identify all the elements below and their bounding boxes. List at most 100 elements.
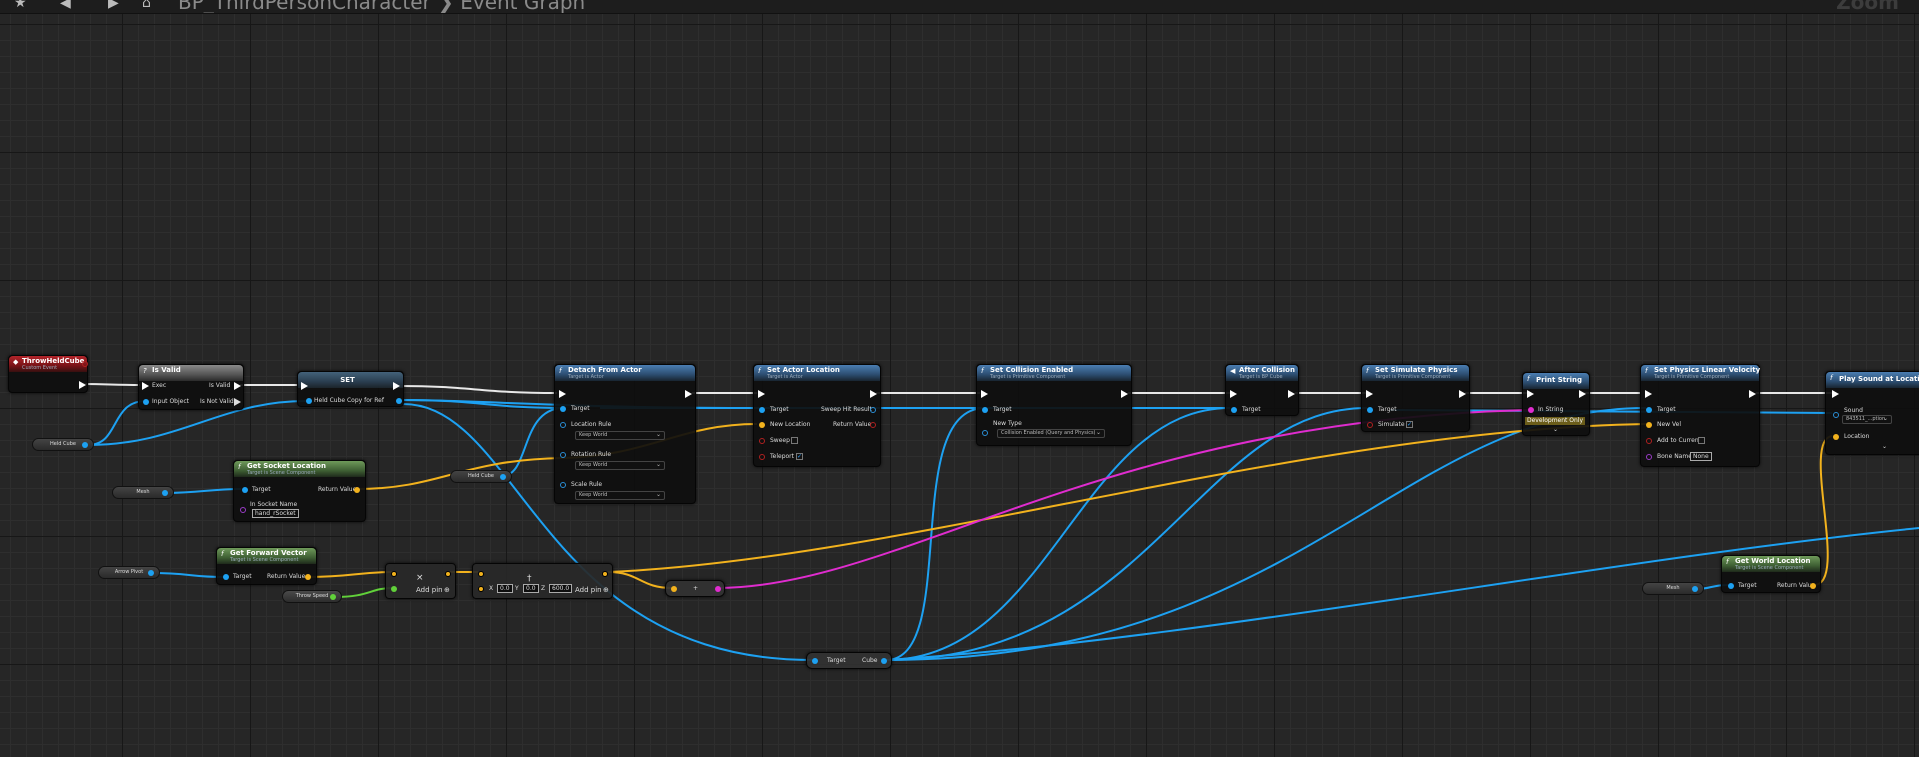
exec-out-pin[interactable]: [1749, 390, 1756, 398]
get-forward-vector-node[interactable]: f Get Forward Vector Target is Scene Compo…: [216, 547, 317, 585]
exec-in-pin[interactable]: [142, 382, 149, 390]
is-valid-node[interactable]: ? Is Valid Exec Input Object Is Valid Is …: [138, 364, 244, 410]
vector-a-pin[interactable]: [478, 571, 484, 577]
return-value-pin[interactable]: [354, 487, 360, 493]
socket-name-field[interactable]: hand_rSocket: [252, 509, 299, 518]
graph-canvas[interactable]: ★ ◀ ▶ ⌂ BP_ThirdPersonCharacter ❯ Event …: [0, 0, 1919, 757]
multiply-node[interactable]: × Add pin ⊕: [385, 563, 456, 599]
mesh-variable-node-2[interactable]: Mesh: [1642, 582, 1704, 595]
play-sound-at-location-node[interactable]: fPlay Sound at Location Sound 843511_...…: [1825, 371, 1919, 455]
print-string-node[interactable]: f Print String In String Development Only…: [1522, 372, 1590, 436]
sweep-checkbox[interactable]: [791, 437, 798, 444]
held-cube-pin[interactable]: [500, 474, 506, 480]
held-cube-pin[interactable]: [82, 442, 88, 448]
mesh-variable-node[interactable]: Mesh: [112, 486, 174, 499]
held-cube-pin[interactable]: [306, 398, 312, 404]
exec-out-pin[interactable]: [1288, 390, 1295, 398]
new-type-pin[interactable]: [982, 430, 988, 436]
vector-a-pin[interactable]: [391, 571, 397, 577]
multiply-vector-node[interactable]: X 0.0 Y 0.0 Z 600.0 † Add pin ⊕: [472, 563, 613, 599]
scale-rule-dropdown[interactable]: Keep World: [575, 491, 665, 500]
expand-chevron-icon[interactable]: ⌄: [1553, 426, 1558, 434]
detach-from-actor-node[interactable]: f Detach From Actor Target is Actor Target…: [554, 364, 696, 504]
new-location-pin[interactable]: [759, 422, 765, 428]
set-actor-location-node[interactable]: f Set Actor Location Target is Actor Targe…: [753, 364, 881, 467]
get-cube-node[interactable]: Target Cube: [806, 652, 892, 669]
append-node[interactable]: +: [665, 580, 725, 597]
bone-name-field[interactable]: None: [1690, 452, 1712, 461]
exec-out-pin[interactable]: [1459, 390, 1466, 398]
set-collision-enabled-node[interactable]: f Set Collision Enabled Target is Primitiv…: [976, 364, 1132, 446]
set-simulate-physics-node[interactable]: f Set Simulate Physics Target is Primitive…: [1361, 364, 1470, 432]
throw-speed-variable-node[interactable]: Throw Speed: [282, 590, 342, 603]
exec-in-pin[interactable]: [301, 382, 308, 390]
target-pin[interactable]: [223, 574, 229, 580]
add-to-current-checkbox[interactable]: [1698, 437, 1705, 444]
throw-held-cube-event-node[interactable]: ◆ ThrowHeldCube Custom Event: [8, 355, 88, 393]
result-pin[interactable]: [445, 571, 451, 577]
exec-in-pin[interactable]: [981, 390, 988, 398]
add-pin-icon[interactable]: ⊕: [444, 586, 450, 594]
z-field[interactable]: 600.0: [549, 584, 573, 593]
exec-out-pin[interactable]: [79, 381, 86, 389]
return-value-pin[interactable]: [1810, 583, 1816, 589]
target-pin[interactable]: [812, 658, 818, 664]
forward-arrow-icon[interactable]: ▶: [108, 0, 119, 12]
exec-in-pin[interactable]: [1645, 390, 1652, 398]
after-collision-node[interactable]: ◀ After Collision Target is BP Cube Target: [1225, 364, 1299, 416]
target-pin[interactable]: [982, 407, 988, 413]
throw-speed-pin[interactable]: [330, 594, 336, 600]
sound-asset-dropdown[interactable]: 843511_...ption: [1842, 415, 1892, 424]
target-pin[interactable]: [1728, 583, 1734, 589]
new-vel-pin[interactable]: [1646, 422, 1652, 428]
target-pin[interactable]: [242, 487, 248, 493]
is-not-valid-exec-pin[interactable]: [234, 398, 241, 406]
arrow-pivot-pin[interactable]: [148, 570, 154, 576]
teleport-pin[interactable]: [759, 454, 765, 460]
input-object-pin[interactable]: [143, 399, 149, 405]
target-pin[interactable]: [1231, 407, 1237, 413]
delegate-pin[interactable]: [82, 361, 88, 367]
exec-in-pin[interactable]: [1366, 390, 1373, 398]
input-a-pin[interactable]: [671, 586, 677, 592]
home-icon[interactable]: ⌂: [142, 0, 151, 12]
held-cube-variable-node-2[interactable]: Held Cube: [450, 470, 512, 483]
exec-in-pin[interactable]: [1832, 390, 1839, 398]
collision-type-dropdown[interactable]: Collision Enabled (Query and Physics): [997, 429, 1105, 438]
sweep-pin[interactable]: [759, 438, 765, 444]
result-pin[interactable]: [602, 571, 608, 577]
location-rule-pin[interactable]: [560, 422, 566, 428]
return-value-pin[interactable]: [305, 574, 311, 580]
breadcrumb[interactable]: BP_ThirdPersonCharacter ❯ Event Graph: [178, 0, 585, 13]
get-socket-location-node[interactable]: f Get Socket Location Target is Scene Comp…: [233, 460, 366, 522]
exec-out-pin[interactable]: [870, 390, 877, 398]
target-pin[interactable]: [1646, 407, 1652, 413]
x-field[interactable]: 0.0: [497, 584, 513, 593]
vector-b-pin[interactable]: [478, 586, 484, 592]
exec-in-pin[interactable]: [559, 390, 566, 398]
exec-in-pin[interactable]: [1527, 390, 1534, 398]
exec-in-pin[interactable]: [758, 390, 765, 398]
return-value-pin[interactable]: [870, 422, 876, 428]
held-cube-variable-node[interactable]: Held Cube: [32, 438, 94, 451]
output-pin[interactable]: [715, 586, 721, 592]
add-pin-icon[interactable]: ⊕: [603, 586, 609, 594]
held-cube-out-pin[interactable]: [396, 398, 402, 404]
in-string-pin[interactable]: [1528, 407, 1534, 413]
bone-name-pin[interactable]: [1646, 454, 1652, 460]
cube-out-pin[interactable]: [881, 658, 887, 664]
target-pin[interactable]: [1367, 407, 1373, 413]
arrow-pivot-variable-node[interactable]: Arrow Pivot: [98, 566, 160, 579]
get-world-location-node[interactable]: f Get World Location Target is Scene Compo…: [1721, 555, 1821, 593]
location-rule-dropdown[interactable]: Keep World: [575, 431, 665, 440]
sweep-hit-pin[interactable]: [870, 407, 876, 413]
exec-out-pin[interactable]: [685, 390, 692, 398]
teleport-checkbox[interactable]: ✓: [796, 453, 803, 460]
exec-out-pin[interactable]: [393, 382, 400, 390]
y-field[interactable]: 0.0: [523, 584, 539, 593]
add-pin-button[interactable]: Add pin: [416, 586, 443, 594]
simulate-pin[interactable]: [1367, 422, 1373, 428]
rotation-rule-pin[interactable]: [560, 452, 566, 458]
star-icon[interactable]: ★: [14, 0, 27, 12]
exec-out-pin[interactable]: [1121, 390, 1128, 398]
